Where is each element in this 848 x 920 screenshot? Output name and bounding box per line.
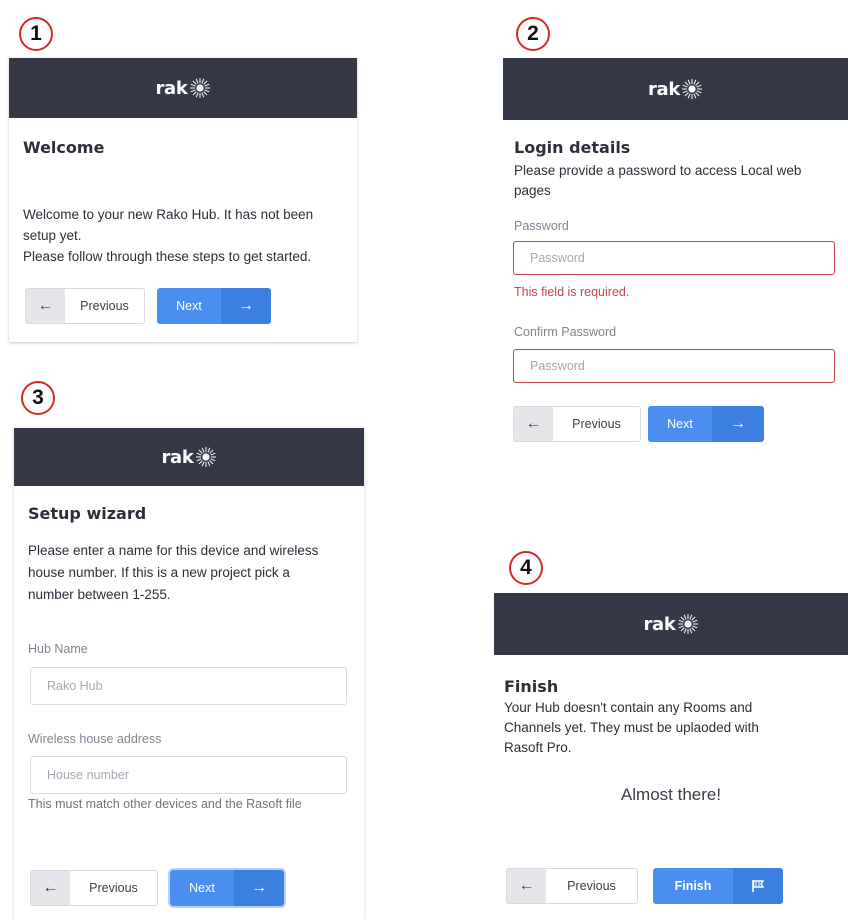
almost-there-text: Almost there! bbox=[620, 785, 722, 804]
description-line: Welcome to your new Rako Hub. It has not… bbox=[23, 207, 314, 222]
panel-title: Setup wizard bbox=[28, 504, 147, 523]
finish-button[interactable]: Finish bbox=[653, 868, 783, 904]
hub-name-label: Hub Name bbox=[28, 642, 88, 656]
description-line: house number. If this is a new project p… bbox=[28, 565, 290, 580]
arrow-left-icon: ← bbox=[518, 877, 535, 894]
login-details-panel: rak Login details Please provide a passw… bbox=[503, 58, 848, 458]
flag-icon bbox=[733, 868, 783, 904]
description-line: Please follow through these steps to get… bbox=[23, 249, 312, 264]
rako-logo: rak bbox=[155, 77, 210, 99]
wizard-nav: ← Previous Finish bbox=[506, 868, 783, 904]
logo-text: rak bbox=[161, 446, 194, 468]
confirm-password-input[interactable] bbox=[513, 349, 835, 383]
panel-header: rak bbox=[9, 58, 357, 118]
next-button[interactable]: Next → bbox=[648, 406, 764, 442]
panel-title: Finish bbox=[504, 677, 559, 696]
description-line: number between 1-255. bbox=[28, 587, 171, 602]
wizard-nav: ← Previous Next → bbox=[25, 288, 271, 324]
hub-name-input[interactable] bbox=[30, 667, 347, 705]
previous-button[interactable]: Previous bbox=[546, 868, 638, 904]
previous-button[interactable]: Previous bbox=[65, 288, 145, 324]
password-error: This field is required. bbox=[514, 285, 630, 299]
next-label: Next bbox=[170, 870, 234, 906]
next-label: Next bbox=[648, 406, 712, 442]
arrow-left-icon: ← bbox=[42, 879, 59, 896]
logo-text: rak bbox=[643, 613, 676, 635]
next-button[interactable]: Next → bbox=[170, 870, 284, 906]
rako-burst-logo-icon bbox=[195, 447, 216, 467]
step-number: 1 bbox=[30, 22, 42, 45]
step-number: 4 bbox=[520, 556, 532, 579]
panel-description: Please provide a password to access Loca… bbox=[514, 161, 844, 201]
wireless-house-address-label: Wireless house address bbox=[28, 732, 162, 746]
description-line: Channels yet. They must be uplaoded with bbox=[504, 720, 759, 735]
password-input[interactable] bbox=[513, 241, 835, 275]
rako-burst-logo-icon bbox=[189, 78, 210, 98]
panel-title: Welcome bbox=[23, 138, 105, 157]
step-3-badge: 3 bbox=[21, 381, 55, 415]
previous-arrow-button[interactable]: ← bbox=[506, 868, 546, 904]
welcome-panel: rak Welcome Welcome to your new Rako Hub… bbox=[9, 58, 357, 342]
rako-burst-logo-icon bbox=[677, 614, 698, 634]
panel-description: Please enter a name for this device and … bbox=[28, 540, 362, 606]
panel-description: Your Hub doesn't contain any Rooms and C… bbox=[504, 698, 844, 758]
finish-panel: rak Finish Your Hub doesn't contain any … bbox=[494, 593, 848, 920]
previous-arrow-button[interactable]: ← bbox=[30, 870, 70, 906]
description-line: pages bbox=[514, 183, 551, 198]
rako-logo: rak bbox=[643, 613, 698, 635]
house-address-hint: This must match other devices and the Ra… bbox=[28, 797, 302, 811]
step-number: 2 bbox=[527, 22, 539, 45]
step-4-badge: 4 bbox=[509, 551, 543, 585]
previous-button[interactable]: Previous bbox=[553, 406, 641, 442]
step-1-badge: 1 bbox=[19, 17, 53, 51]
finish-label: Finish bbox=[653, 868, 733, 904]
wizard-nav: ← Previous Next → bbox=[513, 406, 764, 442]
setup-wizard-panel: rak Setup wizard Please enter a name for… bbox=[14, 428, 364, 920]
confirm-password-label: Confirm Password bbox=[514, 325, 617, 339]
description-line: Please provide a password to access Loca… bbox=[514, 163, 802, 178]
arrow-left-icon: ← bbox=[525, 415, 542, 432]
next-button[interactable]: Next → bbox=[157, 288, 271, 324]
arrow-right-icon: → bbox=[234, 870, 284, 906]
password-label: Password bbox=[514, 219, 569, 233]
previous-button[interactable]: Previous bbox=[70, 870, 158, 906]
rako-logo: rak bbox=[161, 446, 216, 468]
arrow-left-icon: ← bbox=[37, 297, 54, 314]
step-2-badge: 2 bbox=[516, 17, 550, 51]
previous-arrow-button[interactable]: ← bbox=[513, 406, 553, 442]
previous-arrow-button[interactable]: ← bbox=[25, 288, 65, 324]
description-line: Please enter a name for this device and … bbox=[28, 543, 319, 558]
house-number-input[interactable] bbox=[30, 756, 347, 794]
panel-header: rak bbox=[14, 428, 364, 486]
panel-header: rak bbox=[503, 58, 848, 120]
logo-text: rak bbox=[647, 78, 681, 100]
step-number: 3 bbox=[32, 386, 44, 409]
next-label: Next bbox=[157, 288, 221, 324]
description-line: setup yet. bbox=[23, 228, 82, 243]
rako-logo: rak bbox=[648, 78, 703, 100]
wizard-nav: ← Previous Next → bbox=[30, 870, 284, 906]
logo-text: rak bbox=[155, 77, 188, 99]
description-line: Your Hub doesn't contain any Rooms and bbox=[504, 700, 753, 715]
arrow-right-icon: → bbox=[712, 406, 764, 442]
panel-header: rak bbox=[494, 593, 848, 655]
description-line: Rasoft Pro. bbox=[504, 740, 572, 755]
panel-description: Welcome to your new Rako Hub. It has not… bbox=[23, 204, 353, 267]
rako-burst-logo-icon bbox=[682, 79, 703, 99]
arrow-right-icon: → bbox=[221, 288, 271, 324]
panel-title: Login details bbox=[514, 138, 631, 157]
